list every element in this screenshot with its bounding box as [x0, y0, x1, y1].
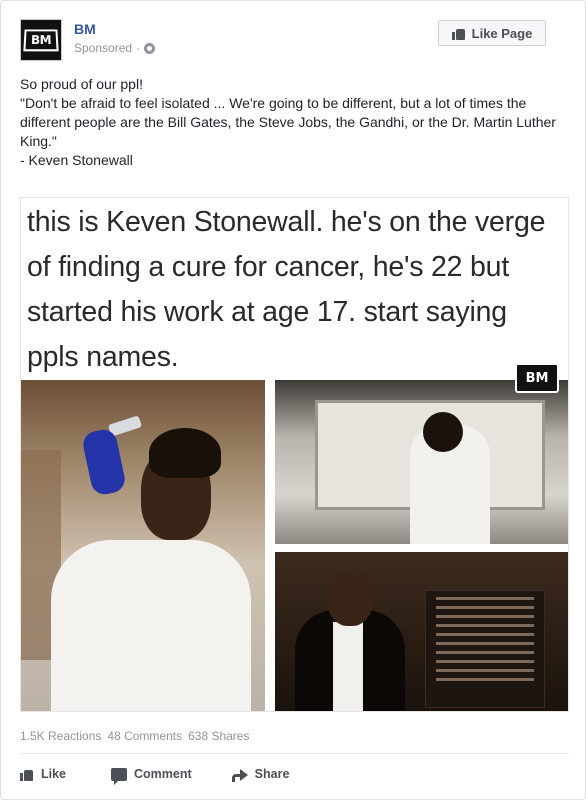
- lab-coat: [51, 540, 251, 711]
- post-text-line: "Don't be afraid to feel isolated ... We…: [20, 95, 556, 149]
- award-photo-bottom-right: [275, 552, 568, 711]
- page-name-link[interactable]: BM: [74, 21, 96, 37]
- plaque-line: [436, 669, 534, 672]
- shares-count[interactable]: 638 Shares: [188, 729, 249, 743]
- page-avatar[interactable]: BM: [20, 19, 62, 61]
- share-button[interactable]: Share: [231, 767, 290, 782]
- action-bar: Like Comment Share: [20, 763, 569, 785]
- comment-button[interactable]: Comment: [111, 767, 192, 785]
- bm-watermark-icon: BM: [515, 363, 559, 393]
- reactions-count[interactable]: 1.5K Reactions: [20, 729, 101, 743]
- post-message: So proud of our ppl! "Don't be afraid to…: [20, 75, 570, 170]
- lab-photo-left: [21, 380, 265, 711]
- divider: [20, 753, 569, 754]
- sponsored-label[interactable]: Sponsored: [74, 41, 132, 55]
- person-head: [327, 570, 373, 626]
- bm-logo-icon: BM: [23, 29, 59, 52]
- post-stats: 1.5K Reactions 48 Comments 638 Shares: [20, 729, 249, 743]
- lab-photo-top-right: [275, 380, 568, 544]
- sponsored-post-card: BM BM Sponsored · Like Page So proud of …: [0, 0, 586, 800]
- post-image[interactable]: this is Keven Stonewall. he's on the ver…: [20, 197, 569, 712]
- post-text-line: - Keven Stonewall: [20, 152, 133, 168]
- plaque-line: [436, 633, 534, 636]
- separator-dot: ·: [136, 41, 141, 55]
- plaque-line: [436, 606, 534, 609]
- person-head: [423, 412, 463, 452]
- comment-label: Comment: [134, 767, 192, 781]
- thumbs-up-icon: [451, 27, 466, 40]
- share-icon: [231, 768, 248, 782]
- share-label: Share: [254, 767, 290, 781]
- plaque-line: [436, 642, 534, 645]
- award-plaque: [425, 590, 545, 708]
- globe-icon[interactable]: [144, 42, 156, 54]
- person-hair: [149, 428, 221, 478]
- comments-count[interactable]: 48 Comments: [107, 729, 182, 743]
- plaque-line: [436, 597, 534, 600]
- thumbs-up-icon: [20, 768, 34, 781]
- like-page-button[interactable]: Like Page: [438, 20, 546, 46]
- plaque-line: [436, 660, 534, 663]
- like-page-label: Like Page: [471, 25, 533, 41]
- white-shirt: [333, 622, 363, 711]
- plaque-line: [436, 615, 534, 618]
- sponsored-line: Sponsored ·: [74, 41, 156, 55]
- like-button[interactable]: Like: [20, 767, 66, 781]
- like-label: Like: [41, 767, 67, 781]
- plaque-line: [436, 651, 534, 654]
- plaque-line: [436, 624, 534, 627]
- comment-icon: [111, 767, 128, 785]
- post-text-line: So proud of our ppl!: [20, 76, 143, 92]
- blue-glove: [80, 427, 128, 497]
- plaque-line: [436, 678, 534, 681]
- image-caption-text: this is Keven Stonewall. he's on the ver…: [27, 206, 546, 373]
